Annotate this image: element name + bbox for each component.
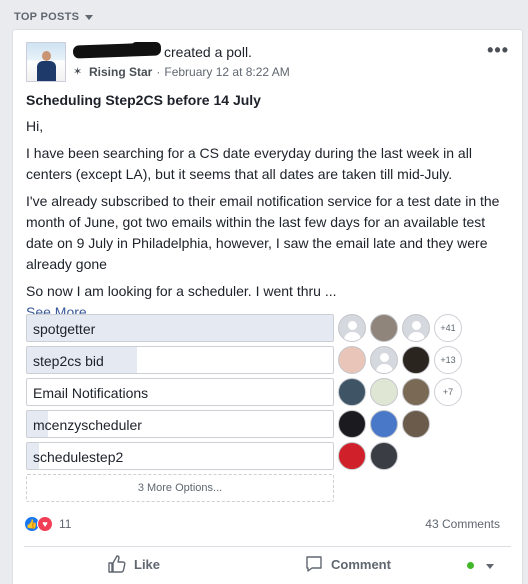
comment-icon	[306, 556, 322, 572]
voter-avatar[interactable]	[338, 346, 366, 374]
poll-option-bar[interactable]: mcenzyscheduler	[26, 410, 334, 438]
poll-option-label: Email Notifications	[33, 385, 149, 401]
post-paragraph: Hi,	[26, 118, 44, 134]
chevron-down-icon[interactable]	[486, 564, 494, 569]
voter-avatar[interactable]	[338, 410, 366, 438]
reactions-summary[interactable]: 👍 ♥ 11	[24, 516, 71, 532]
poll-option-label: spotgetter	[33, 321, 96, 337]
post-body: Hi, I have been searching for a CS date …	[26, 116, 506, 323]
top-posts-label: TOP POSTS	[14, 11, 80, 23]
voter-avatar[interactable]	[402, 346, 430, 374]
poll-option[interactable]: mcenzyscheduler	[26, 410, 466, 438]
poll-option-label: step2cs bid	[33, 353, 104, 369]
poll-option[interactable]: schedulestep2	[26, 442, 466, 470]
voter-avatar[interactable]	[370, 314, 398, 342]
poll-option-label: schedulestep2	[33, 449, 124, 465]
poll-option-bar[interactable]: Email Notifications	[26, 378, 334, 406]
post-title: Scheduling Step2CS before 14 July	[26, 92, 261, 108]
top-posts-filter[interactable]: TOP POSTS	[14, 11, 94, 23]
like-label: Like	[134, 556, 161, 572]
post-card: created a poll. ✶ Rising Star · February…	[12, 29, 523, 584]
post-meta: ✶ Rising Star · February 12 at 8:22 AM	[73, 65, 290, 79]
rising-star-badge[interactable]: Rising Star	[89, 65, 152, 79]
comment-label: Comment	[331, 556, 391, 572]
voter-faces: +41	[338, 314, 462, 342]
poll-option-label: mcenzyscheduler	[33, 417, 142, 433]
voter-avatar[interactable]	[338, 314, 366, 342]
voter-avatar[interactable]	[338, 442, 366, 470]
post-timestamp[interactable]: February 12 at 8:22 AM	[164, 65, 289, 79]
voter-avatar[interactable]	[370, 346, 398, 374]
post-paragraph: I've already subscribed to their email n…	[26, 193, 500, 272]
more-voters-count[interactable]: +13	[434, 346, 462, 374]
online-status-icon	[467, 562, 474, 569]
more-options-icon[interactable]: •••	[487, 40, 509, 61]
voter-faces	[338, 410, 430, 438]
thumbs-up-icon	[108, 555, 126, 573]
more-voters-count[interactable]: +7	[434, 378, 462, 406]
post-action-text: created a poll.	[164, 44, 252, 60]
poll-option[interactable]: spotgetter +41	[26, 314, 466, 342]
voter-avatar[interactable]	[370, 378, 398, 406]
voter-avatar[interactable]	[370, 442, 398, 470]
poll-option[interactable]: Email Notifications +7	[26, 378, 466, 406]
like-button[interactable]: Like	[107, 554, 160, 574]
more-options-button[interactable]: 3 More Options...	[26, 474, 334, 502]
post-paragraph: I have been searching for a CS date ever…	[26, 145, 472, 182]
poll-options: spotgetter +41 step2cs bid +13 Email Not…	[26, 314, 466, 502]
voter-avatar[interactable]	[370, 410, 398, 438]
avatar[interactable]	[26, 42, 66, 82]
voter-faces	[338, 442, 398, 470]
poll-option-bar[interactable]: spotgetter	[26, 314, 334, 342]
rising-star-icon: ✶	[73, 66, 83, 78]
voter-avatar[interactable]	[402, 410, 430, 438]
post-paragraph: So now I am looking for a scheduler. I w…	[26, 283, 337, 299]
voter-faces: +13	[338, 346, 462, 374]
poll-option-bar[interactable]: schedulestep2	[26, 442, 334, 470]
voter-avatar[interactable]	[338, 378, 366, 406]
chevron-down-icon	[85, 14, 94, 20]
redacted-author-name-part	[131, 42, 161, 52]
more-voters-count[interactable]: +41	[434, 314, 462, 342]
poll-option-bar[interactable]: step2cs bid	[26, 346, 334, 374]
voter-avatar[interactable]	[402, 378, 430, 406]
poll-option[interactable]: step2cs bid +13	[26, 346, 466, 374]
divider	[24, 546, 511, 547]
voter-avatar[interactable]	[402, 314, 430, 342]
meta-separator: ·	[156, 65, 161, 79]
reaction-count: 11	[59, 517, 72, 531]
comment-button[interactable]: Comment	[304, 554, 391, 574]
voter-faces: +7	[338, 378, 462, 406]
post-actions: Like Comment	[13, 554, 522, 578]
comments-count-link[interactable]: 43 Comments	[425, 517, 500, 531]
love-reaction-icon: ♥	[37, 516, 53, 532]
